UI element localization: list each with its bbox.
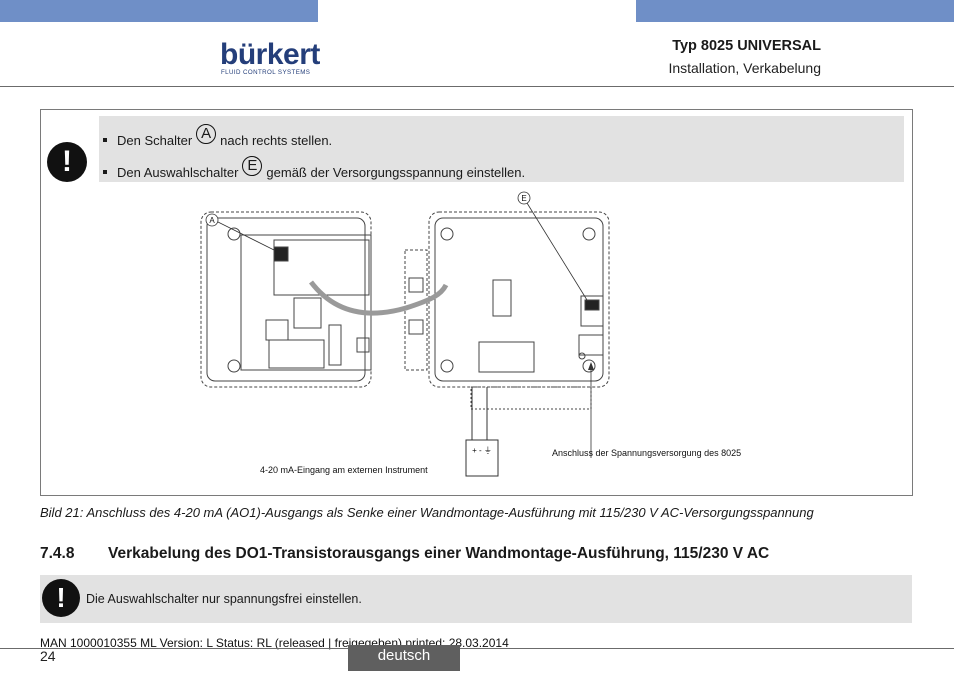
bullet-2-text-before: Den Auswahlschalter <box>117 164 239 180</box>
ground-symbol <box>578 352 586 360</box>
figure-frame: ! Den Schalter A nach rechts stellen. De… <box>40 109 913 496</box>
instrument-terminal-labels: + - ⏚ <box>472 446 492 455</box>
cable-glands <box>470 386 592 410</box>
screw-right-top-2 <box>582 227 596 241</box>
bullet-icon <box>103 138 107 142</box>
screw-right-bottom <box>440 359 454 373</box>
right-terminal-block <box>478 341 535 373</box>
document-title: Typ 8025 UNIVERSAL <box>672 38 821 54</box>
circled-letter-e: E <box>242 156 263 176</box>
switch-a <box>273 246 289 262</box>
note-text: Die Auswahlschalter nur spannungsfrei ei… <box>86 592 362 606</box>
supply-arrow-head <box>588 362 594 370</box>
hinge <box>404 249 428 371</box>
top-accent-bar-right <box>636 0 954 22</box>
warning-exclamation-icon: ! <box>47 142 87 182</box>
left-component <box>293 297 322 329</box>
left-board <box>240 234 372 371</box>
note-exclamation-icon: ! <box>42 579 80 617</box>
screw-left-bottom <box>227 359 241 373</box>
right-connector <box>492 279 512 317</box>
page-number: 24 <box>40 648 56 664</box>
signal-cable <box>309 280 449 316</box>
document-subtitle: Installation, Verkabelung <box>668 60 821 76</box>
circled-letter-a: A <box>196 124 217 144</box>
section-title: Verkabelung des DO1-Transistorausgangs e… <box>108 545 770 562</box>
left-relay <box>268 339 325 369</box>
screw-right-bottom-2 <box>582 359 596 373</box>
selector-e <box>584 299 600 311</box>
callout-a-label: A <box>209 216 215 225</box>
left-socket <box>356 337 370 353</box>
supply-terminals <box>578 334 604 356</box>
note-box: ! Die Auswahlschalter nur spannungsfrei … <box>40 575 912 623</box>
right-housing-inner <box>434 217 604 382</box>
callout-e-label: E <box>521 194 526 203</box>
input-label: 4-20 mA-Eingang am externen Instrument <box>260 465 428 475</box>
wiring-diagram: A E + - ⏚ 4-20 mA-Eingang am externen In… <box>200 191 741 477</box>
callout-a-line <box>217 221 275 251</box>
logo-wordmark: bürkert <box>220 38 320 71</box>
left-component-2 <box>265 319 289 341</box>
header-divider <box>0 86 954 87</box>
top-accent-bar-left <box>0 0 318 22</box>
logo-subtitle: FLUID CONTROL SYSTEMS <box>221 69 311 76</box>
warning-bullet-1: Den Schalter A nach rechts stellen. <box>103 124 333 150</box>
section-heading: 7.4.8 Verkabelung des DO1-Transistorausga… <box>40 545 769 563</box>
supply-label: Anschluss der Spannungsversorgung des 80… <box>552 448 741 458</box>
right-housing <box>428 211 610 388</box>
bullet-1-text-before: Den Schalter <box>117 132 193 148</box>
left-housing <box>200 211 372 388</box>
burkert-logo: bürkert FLUID CONTROL SYSTEMS <box>220 38 320 78</box>
figure-caption: Bild 21: Anschluss des 4-20 mA (AO1)-Aus… <box>40 505 814 520</box>
bullet-icon <box>103 170 107 174</box>
hinge-knuckle-2 <box>408 319 424 335</box>
section-number: 7.4.8 <box>40 545 75 562</box>
warning-bullet-2: Den Auswahlschalter E gemäß der Versorgu… <box>103 156 526 182</box>
left-fuse <box>328 324 342 366</box>
bullet-1-text-after: nach rechts stellen. <box>220 132 333 148</box>
language-tab: deutsch <box>348 645 460 671</box>
bullet-2-text-after: gemäß der Versorgungsspannung einstellen… <box>266 164 526 180</box>
screw-right-top <box>440 227 454 241</box>
footer-divider <box>0 648 954 649</box>
hinge-knuckle-1 <box>408 277 424 293</box>
